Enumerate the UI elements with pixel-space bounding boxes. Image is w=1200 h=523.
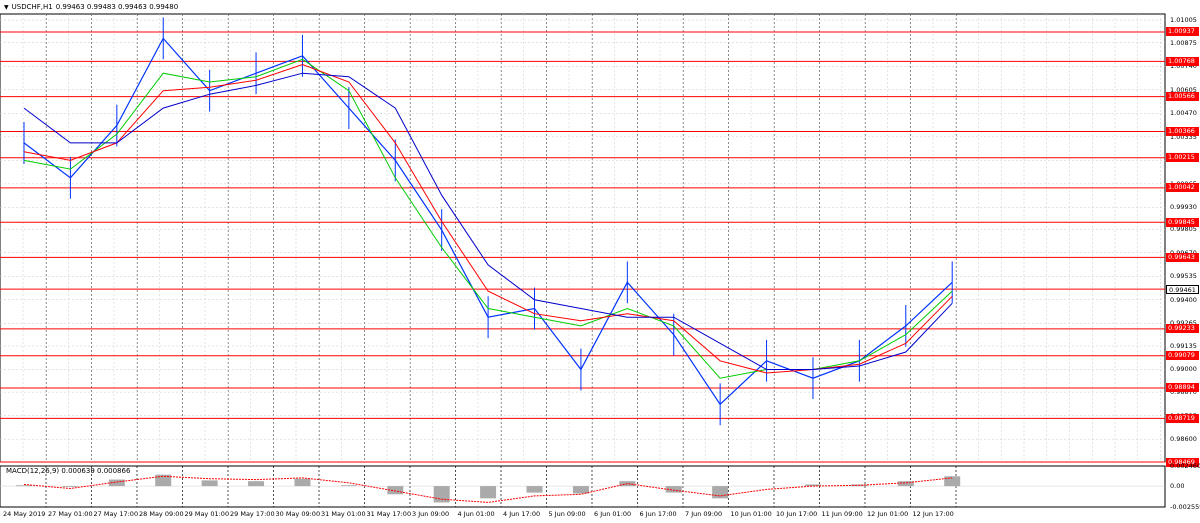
price-scale-label: 0.99930 <box>1170 203 1197 212</box>
time-axis-label: 10 Jun 01:00 <box>730 510 772 518</box>
ohlc-label: 0.99463 0.99483 0.99463 0.99480 <box>55 3 179 11</box>
time-axis-label: 27 May 01:00 <box>48 510 93 518</box>
time-axis-label: 12 Jun 01:00 <box>867 510 909 518</box>
time-axis-label: 3 Jun 09:00 <box>412 510 450 518</box>
macd-label: MACD(12,26,9) 0.000639 0.000866 <box>6 467 131 475</box>
time-axis-label: 28 May 09:00 <box>139 510 184 518</box>
current-price-tag: 0.99461 <box>1166 284 1199 294</box>
price-scale-label: 0.99000 <box>1170 365 1197 374</box>
macd-histogram-bar <box>572 486 589 494</box>
time-axis-label: 31 May 17:00 <box>366 510 412 518</box>
price-scale-label: 0.98600 <box>1170 435 1197 444</box>
level-price-tag: 0.99233 <box>1166 324 1199 334</box>
time-axis-label: 6 Jun 01:00 <box>594 510 632 518</box>
macd-scale-label: -0.002559 <box>1170 503 1200 511</box>
time-axis-label: 7 Jun 09:00 <box>685 510 723 518</box>
macd-histogram-bar <box>897 481 914 487</box>
level-price-tag: 0.98894 <box>1166 383 1199 393</box>
time-axis-label: 29 May 17:00 <box>230 510 275 518</box>
price-scale-label: 1.00470 <box>1170 109 1197 118</box>
triangle-down-icon[interactable]: ▼ <box>4 4 9 11</box>
level-price-tag: 0.99643 <box>1166 252 1199 262</box>
level-price-tag: 0.98719 <box>1166 413 1199 423</box>
level-price-tag: 1.00768 <box>1166 56 1199 66</box>
level-price-tag: 1.00937 <box>1166 27 1199 37</box>
macd-histogram-bar <box>248 481 265 487</box>
price-scale-label: 1.01005 <box>1170 16 1197 25</box>
macd-histogram-bar <box>201 480 218 487</box>
time-axis-label: 27 May 17:00 <box>93 510 139 518</box>
price-pane-frame <box>0 13 1166 463</box>
macd-scale-label: 0.00 <box>1170 482 1185 491</box>
price-line <box>23 37 953 406</box>
symbol-label: USDCHF,H1 <box>11 3 53 11</box>
macd-histogram-bar <box>480 486 497 499</box>
macd-histogram-bar <box>294 478 311 487</box>
level-price-tag: 1.00042 <box>1166 183 1199 193</box>
level-price-tag: 1.00366 <box>1166 126 1199 136</box>
time-axis-label: 29 May 01:00 <box>184 510 230 518</box>
level-price-tag: 0.99845 <box>1166 217 1199 227</box>
level-price-tag: 1.00215 <box>1166 153 1199 163</box>
chart-window[interactable]: ▼ USDCHF,H1 0.99463 0.99483 0.99463 0.99… <box>0 0 1200 523</box>
price-scale-label: 0.99400 <box>1170 295 1197 304</box>
time-axis-label: 4 Jun 01:00 <box>457 510 495 518</box>
macd-histogram-bar <box>526 486 543 493</box>
macd-histogram-bar <box>16 485 32 487</box>
time-axis-label: 10 Jun 17:00 <box>776 510 818 518</box>
time-axis-label: 31 May 01:00 <box>321 510 366 518</box>
time-axis-label: 4 Jun 17:00 <box>503 510 541 518</box>
price-scale-label: 0.99535 <box>1170 272 1197 281</box>
macd-histogram-bar <box>712 486 729 499</box>
price-scale-label: 1.00875 <box>1170 38 1197 47</box>
level-price-tag: 0.99079 <box>1166 351 1199 361</box>
chart-header: ▼ USDCHF,H1 0.99463 0.99483 0.99463 0.99… <box>4 3 178 11</box>
price-chart[interactable] <box>0 0 1200 523</box>
time-axis-label: 5 Jun 09:00 <box>548 510 586 518</box>
macd-histogram-bar <box>340 485 357 487</box>
time-axis-label: 24 May 2019 <box>3 510 46 518</box>
time-axis-label: 11 Jun 09:00 <box>821 510 863 518</box>
macd-scale-label: 0.002460 <box>1170 462 1200 470</box>
time-axis-label: 6 Jun 17:00 <box>639 510 677 518</box>
time-axis-label: 12 Jun 17:00 <box>912 510 954 518</box>
macd-histogram-bar <box>944 476 961 487</box>
time-axis-label: 30 May 09:00 <box>275 510 321 518</box>
level-price-tag: 1.00566 <box>1166 92 1199 102</box>
price-scale-label: 0.99135 <box>1170 341 1197 350</box>
macd-histogram-bar <box>804 484 821 487</box>
macd-histogram-bar <box>62 486 79 487</box>
